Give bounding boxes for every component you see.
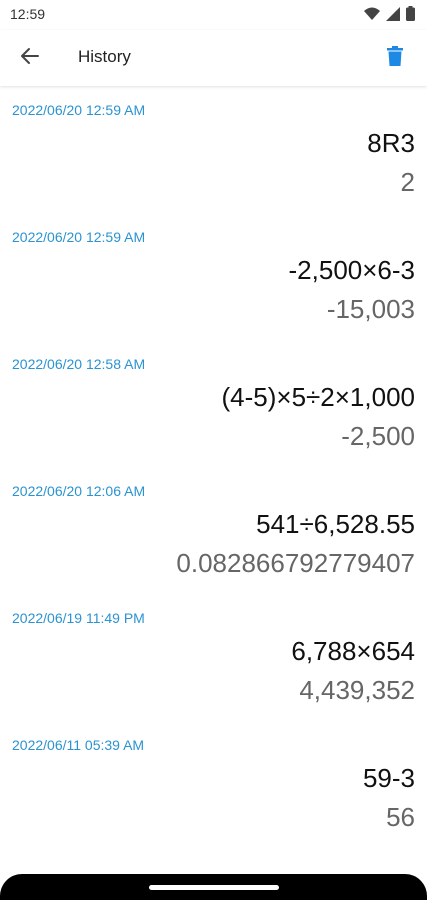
app-bar: History bbox=[0, 30, 427, 86]
back-button[interactable] bbox=[12, 40, 48, 76]
history-entry[interactable]: 2022/06/11 05:39 AM 59-3 56 bbox=[0, 721, 427, 848]
entry-result: 0.082866792779407 bbox=[176, 548, 415, 578]
entry-expression: -2,500×6-3 bbox=[288, 255, 415, 285]
signal-icon bbox=[386, 6, 400, 26]
entry-date: 2022/06/20 12:59 AM bbox=[12, 102, 146, 118]
entry-expression: 541÷6,528.55 bbox=[256, 509, 415, 539]
home-gesture-handle[interactable] bbox=[148, 885, 279, 890]
entry-date: 2022/06/11 05:39 AM bbox=[12, 737, 145, 753]
entry-result: 2 bbox=[400, 167, 415, 197]
history-entry[interactable]: 2022/06/20 12:59 AM 8R3 2 bbox=[0, 86, 427, 213]
entry-expression: 8R3 bbox=[367, 128, 415, 158]
history-entry[interactable]: 2022/06/20 12:59 AM -2,500×6-3 -15,003 bbox=[0, 213, 427, 340]
trash-icon bbox=[387, 45, 403, 71]
history-entry[interactable]: 2022/06/19 11:49 PM 6,788×654 4,439,352 bbox=[0, 594, 427, 721]
entry-result: 4,439,352 bbox=[299, 675, 415, 705]
history-entry[interactable]: 2022/06/20 12:58 AM (4-5)×5÷2×1,000 -2,5… bbox=[0, 340, 427, 467]
wifi-icon bbox=[364, 7, 380, 26]
arrow-back-icon bbox=[20, 46, 40, 71]
navigation-bar bbox=[0, 874, 427, 900]
entry-expression: (4-5)×5÷2×1,000 bbox=[221, 382, 415, 412]
status-time: 12:59 bbox=[10, 6, 46, 22]
history-list: 2022/06/20 12:59 AM 8R3 2 2022/06/20 12:… bbox=[0, 86, 427, 848]
page-title: History bbox=[78, 47, 131, 66]
entry-expression: 6,788×654 bbox=[291, 636, 415, 666]
entry-result: -15,003 bbox=[326, 294, 415, 324]
battery-icon bbox=[406, 6, 415, 26]
entry-date: 2022/06/19 11:49 PM bbox=[12, 610, 145, 626]
entry-result: -2,500 bbox=[341, 421, 415, 451]
entry-expression: 59-3 bbox=[362, 763, 415, 793]
history-entry[interactable]: 2022/06/20 12:06 AM 541÷6,528.55 0.08286… bbox=[0, 467, 427, 594]
status-icons bbox=[364, 6, 415, 26]
entry-date: 2022/06/20 12:59 AM bbox=[12, 229, 146, 245]
status-bar: 12:59 bbox=[0, 0, 427, 30]
delete-history-button[interactable] bbox=[377, 40, 413, 76]
entry-result: 56 bbox=[386, 802, 415, 832]
entry-date: 2022/06/20 12:06 AM bbox=[12, 483, 146, 499]
entry-date: 2022/06/20 12:58 AM bbox=[12, 356, 146, 372]
